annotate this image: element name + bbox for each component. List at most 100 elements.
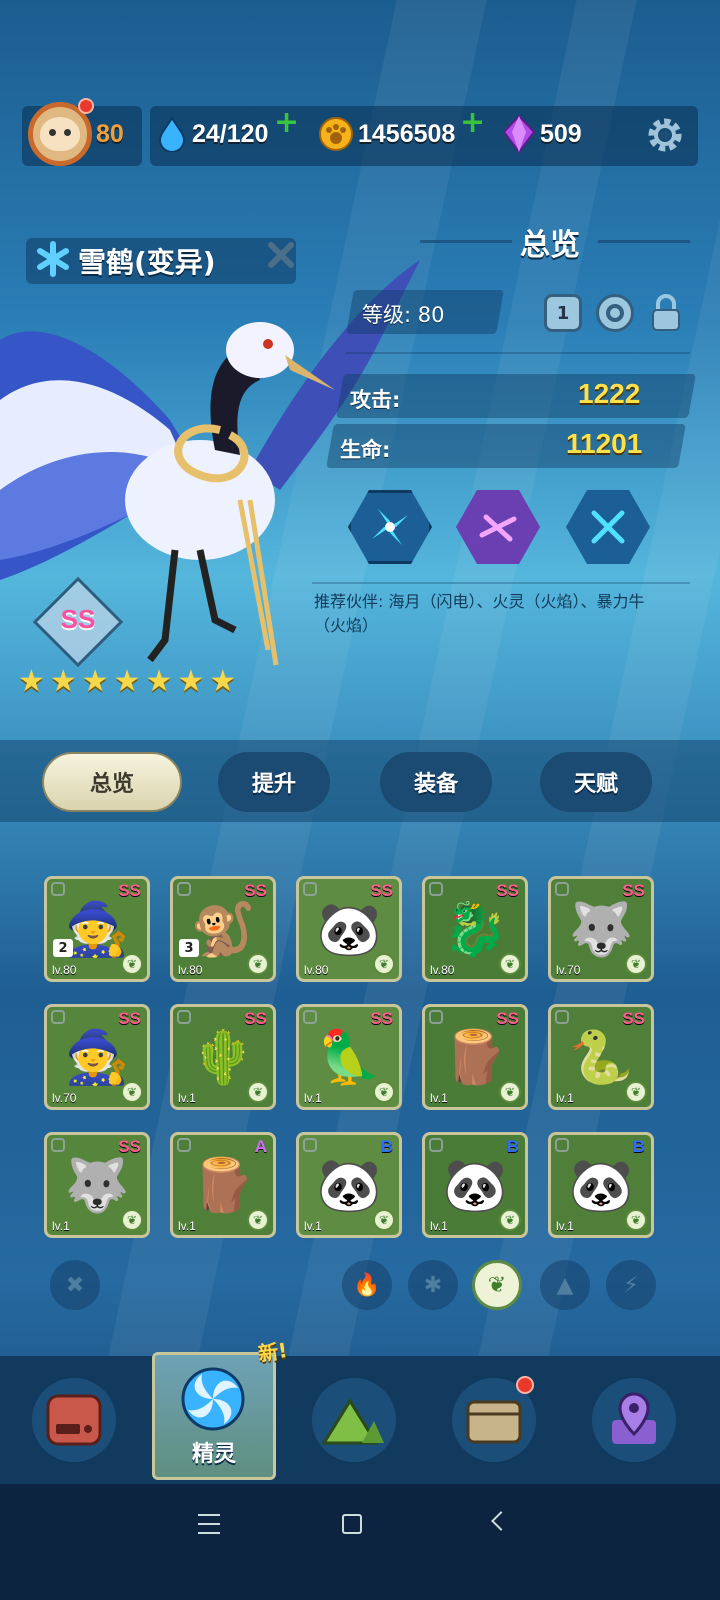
tab-upgrade[interactable]: 提升 — [218, 752, 330, 812]
card-rank: B — [380, 1137, 393, 1156]
leaf-element-icon: ❦ — [625, 1209, 647, 1231]
player-level: 80 — [96, 120, 124, 148]
snowflake-icon: ✱ — [423, 1272, 443, 1298]
lightning-icon: ⚡ — [623, 1272, 639, 1298]
card-level: lv.1 — [304, 1219, 322, 1233]
section-title: 总览 — [520, 228, 580, 263]
pet-card[interactable]: 🐺 SS lv.70 ❦ — [548, 876, 654, 982]
count-badge[interactable]: 1 — [544, 294, 582, 332]
pet-card[interactable]: 🐼 SS lv.80 ❦ — [296, 876, 402, 982]
pet-card[interactable]: 🐼 Blv.1 ❦ — [422, 1132, 528, 1238]
skill-slot-3[interactable] — [566, 490, 650, 564]
new-badge: 新! — [256, 1338, 289, 1366]
water-drop-icon — [158, 116, 186, 152]
home-icon[interactable] — [342, 1514, 362, 1534]
bag-icon — [466, 1400, 522, 1444]
title-ornament-left — [420, 240, 512, 243]
hp-value: 11201 — [566, 428, 643, 459]
gem-count: 509 — [540, 120, 582, 148]
card-level: lv.1 — [556, 1219, 574, 1233]
lock-icon — [177, 1010, 191, 1024]
card-rank: SS — [496, 1009, 519, 1028]
lock-icon — [303, 882, 317, 896]
card-rank: SS — [244, 881, 267, 900]
pet-card[interactable]: 🐺 SS lv.1 ❦ — [44, 1132, 150, 1238]
card-level: lv.1 — [556, 1091, 574, 1105]
pet-card[interactable]: 🌵 SS lv.1 ❦ — [170, 1004, 276, 1110]
tab-talent[interactable]: 天赋 — [540, 752, 652, 812]
leaf-element-icon: ❦ — [247, 953, 269, 975]
pet-card[interactable]: 🦜 SS lv.1 ❦ — [296, 1004, 402, 1110]
purple-cross-blades-icon — [479, 514, 517, 542]
menu-icon[interactable] — [198, 1514, 220, 1534]
pets-swirl-icon — [180, 1366, 246, 1432]
add-coins-button[interactable]: + — [460, 108, 485, 138]
divider — [346, 352, 690, 354]
lock-icon — [303, 1138, 317, 1152]
filter-ice-button[interactable]: ✱ — [408, 1260, 458, 1310]
pet-card[interactable]: 🐉 SS lv.80 ❦ — [422, 876, 528, 982]
card-level: lv.1 — [304, 1091, 322, 1105]
tablet-icon — [46, 1394, 102, 1446]
pet-card[interactable]: 🐼 Blv.1 ❦ — [548, 1132, 654, 1238]
card-count: 2 — [53, 939, 73, 957]
pet-rank: SS — [60, 604, 96, 634]
game-screen: 80 24/120 + 1456508 + 509 雪鹤(变异) SS ★★★★… — [0, 0, 720, 1600]
lock-icon — [51, 882, 65, 896]
divider — [312, 582, 690, 584]
blue-cross-blades-icon — [591, 510, 625, 544]
card-rank: SS — [622, 1009, 645, 1028]
pet-card[interactable]: 🧙 SS lv.70 ❦ — [44, 1004, 150, 1110]
filter-earth-button[interactable]: ▲ — [540, 1260, 590, 1310]
paw-coin-icon — [319, 117, 353, 151]
ring-button[interactable] — [596, 294, 634, 332]
lock-icon[interactable] — [648, 292, 684, 334]
card-level: lv.1 — [430, 1219, 448, 1233]
card-rank: SS — [496, 881, 519, 900]
dog-face-icon — [40, 117, 80, 151]
rock-icon: ▲ — [556, 1272, 574, 1298]
ring-icon — [606, 304, 624, 322]
leaf-element-icon: ❦ — [121, 1081, 143, 1103]
leaf-element-icon: ❦ — [373, 1209, 395, 1231]
nav-adventure-button[interactable] — [312, 1378, 396, 1462]
filter-grass-button[interactable]: ❦ — [472, 1260, 522, 1310]
card-level: lv.1 — [178, 1219, 196, 1233]
nav-shop-button[interactable] — [32, 1378, 116, 1462]
pet-card[interactable]: 🐒 SS 3 lv.80 ❦ — [170, 876, 276, 982]
pet-card[interactable]: 🐼 Blv.1 ❦ — [296, 1132, 402, 1238]
pet-card[interactable]: 🐍 SS lv.1 ❦ — [548, 1004, 654, 1110]
tab-overview[interactable]: 总览 — [42, 752, 182, 812]
pet-card[interactable]: 🧙 SS 2 lv.80 ❦ — [44, 876, 150, 982]
lock-icon — [429, 1010, 443, 1024]
filter-lightning-button[interactable]: ⚡ — [606, 1260, 656, 1310]
pet-card[interactable]: 🪵 SS lv.1 ❦ — [422, 1004, 528, 1110]
gem-icon — [502, 114, 536, 154]
card-level: lv.70 — [556, 963, 581, 977]
nav-map-button[interactable] — [592, 1378, 676, 1462]
card-level: lv.80 — [304, 963, 329, 977]
card-level: lv.80 — [430, 963, 455, 977]
fire-icon: 🔥 — [353, 1272, 381, 1298]
lock-icon — [429, 1138, 443, 1152]
card-level: lv.80 — [178, 963, 203, 977]
leaf-element-icon: ❦ — [499, 1081, 521, 1103]
attack-label: 攻击: — [350, 388, 401, 412]
card-level: lv.1 — [178, 1091, 196, 1105]
coin-count: 1456508 — [358, 120, 456, 148]
tab-equipment[interactable]: 装备 — [380, 752, 492, 812]
system-nav-bar — [0, 1484, 720, 1600]
hp-label: 生命: — [340, 438, 391, 462]
leaf-element-icon: ❦ — [121, 1209, 143, 1231]
card-level: lv.70 — [52, 1091, 77, 1105]
pet-card[interactable]: 🪵 Alv.1 ❦ — [170, 1132, 276, 1238]
card-rank: SS — [622, 881, 645, 900]
card-rank: SS — [370, 881, 393, 900]
attack-value: 1222 — [578, 378, 641, 409]
filter-clear-button[interactable]: ✖ — [50, 1260, 100, 1310]
filter-fire-button[interactable]: 🔥 — [342, 1260, 392, 1310]
settings-gear-icon[interactable] — [644, 114, 686, 156]
card-level: lv.1 — [52, 1219, 70, 1233]
lock-icon — [51, 1010, 65, 1024]
add-energy-button[interactable]: + — [274, 108, 299, 138]
